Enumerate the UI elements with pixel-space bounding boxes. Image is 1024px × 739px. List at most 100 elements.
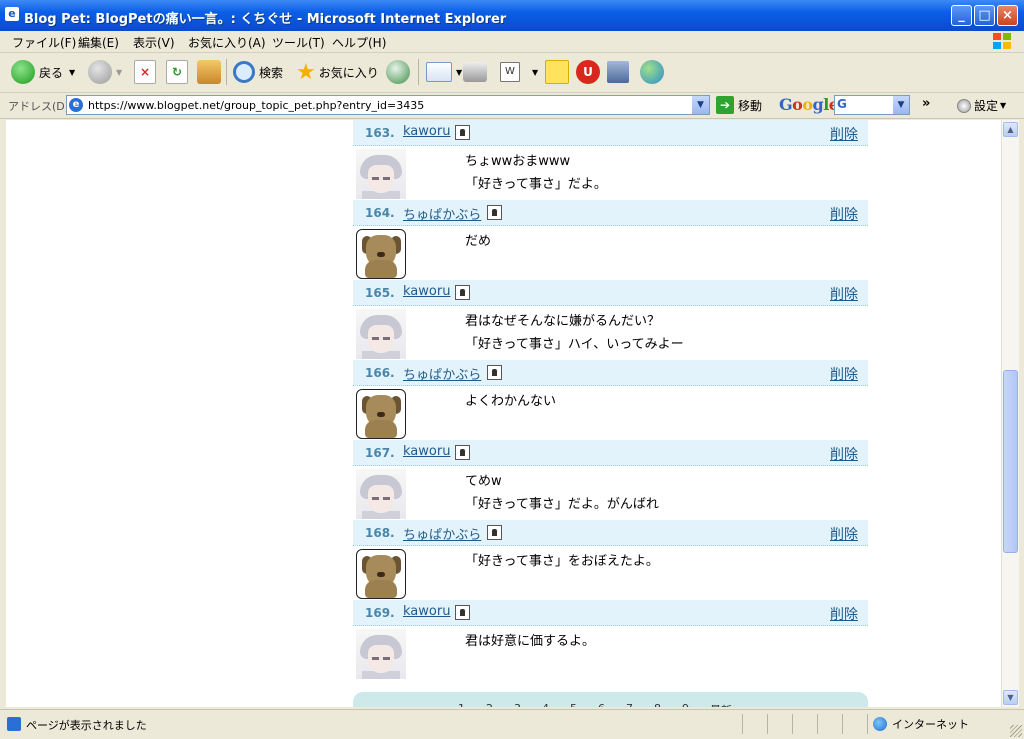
- toolbar-separator: [226, 59, 227, 85]
- lock-icon[interactable]: [487, 205, 502, 220]
- post-number: 163.: [365, 126, 395, 140]
- history-button[interactable]: [386, 59, 414, 85]
- page-link[interactable]: 1: [458, 702, 465, 707]
- status-bar: ページが表示されました インターネット: [0, 709, 1024, 739]
- lock-icon[interactable]: [487, 365, 502, 380]
- page-link[interactable]: 8: [654, 702, 661, 707]
- post-message-line: 「好きって事さ」をおぼえたよ。: [465, 554, 659, 569]
- kaworu-pet-avatar[interactable]: [356, 469, 406, 519]
- scroll-up-arrow-icon[interactable]: ▲: [1003, 122, 1018, 137]
- lock-icon[interactable]: [455, 445, 470, 460]
- kaworu-pet-avatar[interactable]: [356, 149, 406, 199]
- page-link[interactable]: 3: [514, 702, 521, 707]
- post-number: 165.: [365, 286, 395, 300]
- address-dropdown-icon[interactable]: ▼: [692, 96, 709, 114]
- page-link[interactable]: 6: [598, 702, 605, 707]
- post-message-line: 「好きって事さ」ハイ、いってみよー: [465, 337, 684, 352]
- page-link[interactable]: 9: [682, 702, 689, 707]
- post-body: よくわかんない: [353, 386, 868, 440]
- windows-logo-icon: [993, 33, 1011, 49]
- delete-link[interactable]: 削除: [830, 444, 858, 464]
- mail-button[interactable]: ▼: [426, 59, 462, 85]
- notes-button[interactable]: [545, 59, 573, 85]
- lock-icon[interactable]: [455, 605, 470, 620]
- address-input[interactable]: e https://www.blogpet.net/group_topic_pe…: [66, 95, 710, 115]
- delete-link[interactable]: 削除: [830, 284, 858, 304]
- page-link[interactable]: 4: [542, 702, 549, 707]
- dropdown-arrow-icon: ▼: [1000, 101, 1007, 110]
- resize-grip-icon[interactable]: [1010, 725, 1022, 737]
- lock-icon[interactable]: [487, 525, 502, 540]
- page-link[interactable]: 5: [570, 702, 577, 707]
- maximize-button[interactable]: □: [974, 5, 995, 26]
- delete-link[interactable]: 削除: [830, 204, 858, 224]
- home-icon: [197, 60, 221, 84]
- minimize-button[interactable]: _: [951, 5, 972, 26]
- post-number: 166.: [365, 366, 395, 380]
- google-dropdown-icon[interactable]: ▼: [893, 96, 909, 114]
- refresh-button[interactable]: ↻: [166, 59, 192, 85]
- search-button[interactable]: 検索: [233, 59, 283, 85]
- page-link[interactable]: 7: [626, 702, 633, 707]
- research-button[interactable]: [607, 59, 633, 85]
- pet-name-link[interactable]: kaworu: [403, 124, 450, 139]
- post-header: 164. ちゅぱかぶら 削除: [353, 200, 868, 226]
- page-link[interactable]: 最新: [710, 702, 732, 707]
- menu-tools[interactable]: ツール(T): [272, 34, 325, 51]
- dog-pet-avatar[interactable]: [356, 229, 406, 279]
- menu-file[interactable]: ファイル(F): [12, 34, 76, 51]
- back-label: 戻る: [39, 65, 64, 80]
- go-button[interactable]: ➔ 移動: [716, 96, 762, 114]
- google-search-input[interactable]: G ▼: [834, 95, 910, 115]
- home-button[interactable]: [197, 59, 225, 85]
- menu-help[interactable]: ヘルプ(H): [332, 34, 386, 51]
- post-header: 167. kaworu 削除: [353, 440, 868, 466]
- post-message-line: よくわかんない: [465, 394, 557, 409]
- google-logo: Google: [779, 95, 839, 114]
- edit-button[interactable]: W ▼: [500, 59, 538, 85]
- close-button[interactable]: ×: [997, 5, 1018, 26]
- lock-icon[interactable]: [455, 125, 470, 140]
- pet-name-link[interactable]: ちゅぱかぶら: [403, 364, 481, 383]
- settings-button[interactable]: 設定 ▼: [957, 97, 1006, 114]
- delete-link[interactable]: 削除: [830, 524, 858, 544]
- mail-icon: [426, 62, 452, 82]
- kaworu-pet-avatar[interactable]: [356, 629, 406, 679]
- search-icon: [233, 61, 255, 83]
- favorites-label: お気に入り: [318, 65, 379, 80]
- kaworu-pet-avatar[interactable]: [356, 309, 406, 359]
- menu-edit[interactable]: 編集(E): [78, 34, 119, 51]
- addon-button[interactable]: U: [576, 59, 604, 85]
- delete-link[interactable]: 削除: [830, 364, 858, 384]
- lock-icon[interactable]: [455, 285, 470, 300]
- page-link[interactable]: 2: [486, 702, 493, 707]
- forward-button[interactable]: ▼: [88, 59, 122, 85]
- delete-link[interactable]: 削除: [830, 604, 858, 624]
- back-button[interactable]: 戻る ▼: [11, 59, 75, 85]
- post-message-line: 「好きって事さ」だよ。がんばれ: [465, 497, 659, 512]
- toolbar-chevron[interactable]: »: [922, 96, 930, 111]
- status-text: ページが表示されました: [26, 719, 147, 732]
- pet-name-link[interactable]: ちゅぱかぶら: [403, 204, 481, 223]
- window-title: Blog Pet: BlogPetの痛い一言。: くちぐせ - Microsof…: [24, 12, 507, 27]
- scroll-down-arrow-icon[interactable]: ▼: [1003, 690, 1018, 705]
- vertical-scrollbar[interactable]: ▲ ▼: [1001, 120, 1019, 707]
- favorites-button[interactable]: ★ お気に入り: [296, 59, 379, 85]
- pet-name-link[interactable]: kaworu: [403, 444, 450, 459]
- delete-link[interactable]: 削除: [830, 124, 858, 144]
- scroll-thumb[interactable]: [1003, 370, 1018, 553]
- dog-pet-avatar[interactable]: [356, 549, 406, 599]
- pet-name-link[interactable]: kaworu: [403, 604, 450, 619]
- stop-icon: ×: [134, 60, 156, 84]
- zone-label: インターネット: [892, 718, 969, 731]
- stop-button[interactable]: ×: [134, 59, 160, 85]
- pet-name-link[interactable]: kaworu: [403, 284, 450, 299]
- pet-name-link[interactable]: ちゅぱかぶら: [403, 524, 481, 543]
- dog-pet-avatar[interactable]: [356, 389, 406, 439]
- print-button[interactable]: [463, 59, 491, 85]
- back-arrow-icon: [11, 60, 35, 84]
- messenger-button[interactable]: [640, 59, 668, 85]
- post-body: 君はなぜそんなに嫌がるんだい？ 「好きって事さ」ハイ、いってみよー: [353, 306, 868, 360]
- menu-favorites[interactable]: お気に入り(A): [188, 34, 266, 51]
- menu-view[interactable]: 表示(V): [133, 34, 175, 51]
